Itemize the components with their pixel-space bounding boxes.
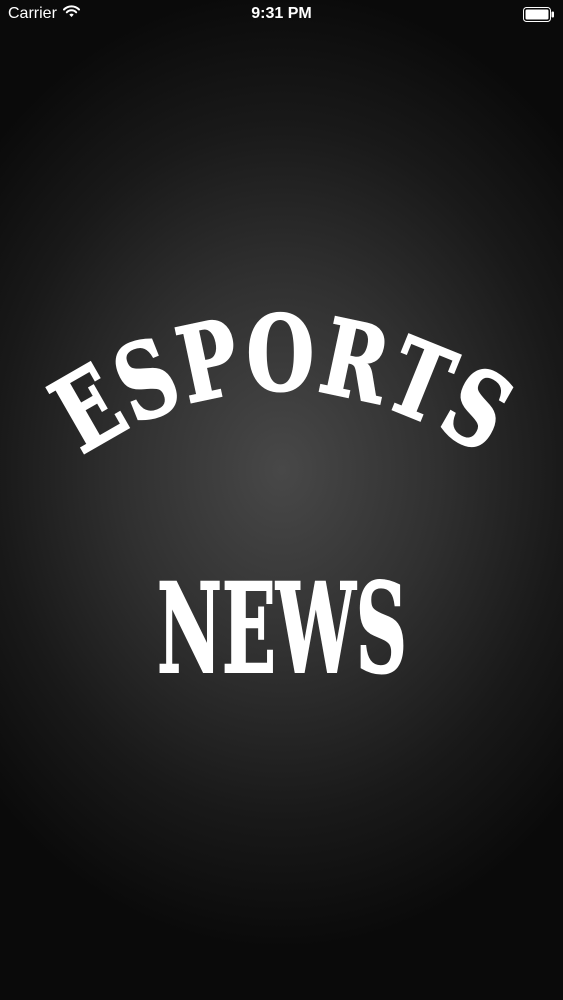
splash-screen: Carrier 9:31 PM ESPORTS NEWS xyxy=(0,0,563,1000)
esports-news-logo: ESPORTS NEWS xyxy=(31,291,533,703)
logo-line1-text: ESPORTS xyxy=(31,291,532,478)
logo-line2: NEWS xyxy=(157,557,407,702)
logo-line1: ESPORTS xyxy=(32,292,533,477)
